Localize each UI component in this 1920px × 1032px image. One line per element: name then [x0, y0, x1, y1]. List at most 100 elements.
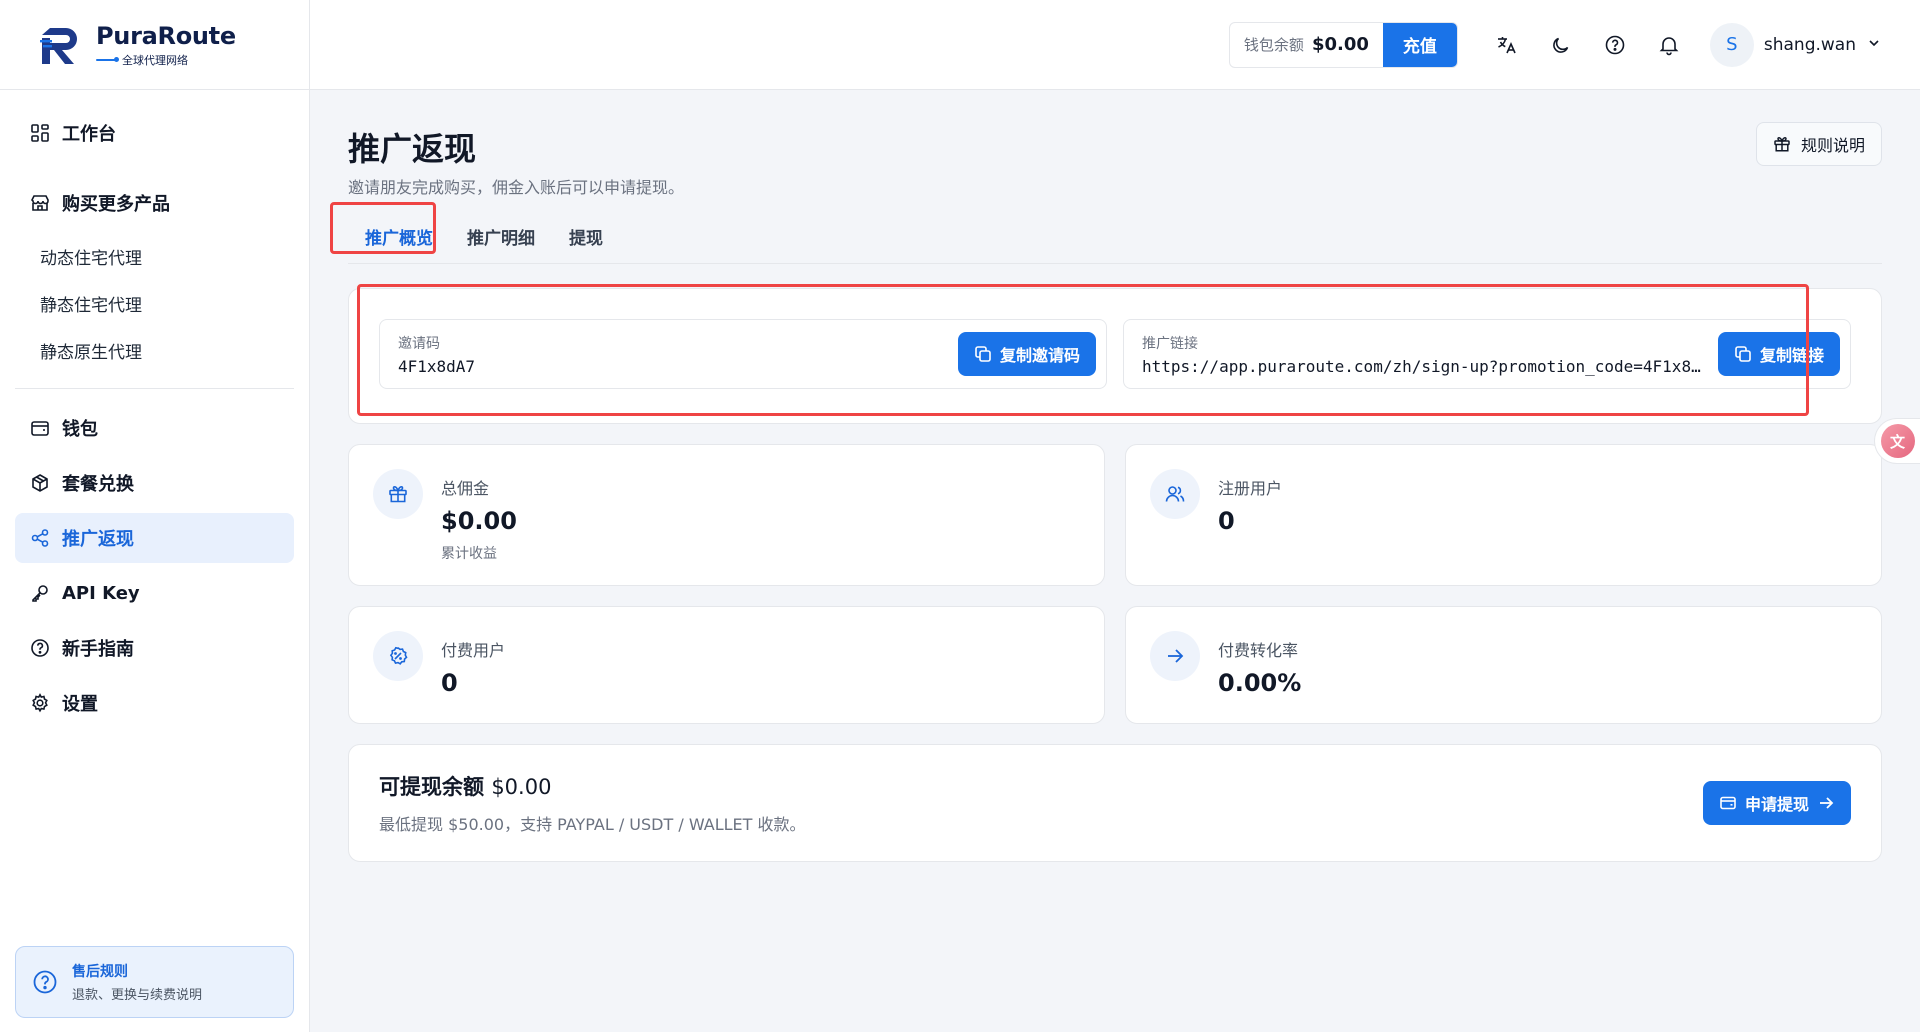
- key-icon: [32, 585, 48, 602]
- sidebar-item-guide[interactable]: 新手指南: [15, 623, 294, 673]
- arrow-right-icon: [1150, 631, 1200, 681]
- copy-icon: [1735, 346, 1751, 362]
- stat-value: 0: [1218, 507, 1235, 535]
- withdraw-desc: 最低提现 $50.00，支持 PAYPAL / USDT / WALLET 收款…: [379, 815, 806, 834]
- dashboard-icon: [31, 124, 49, 142]
- sidebar-item-label: 钱包: [62, 419, 98, 440]
- main-area: 钱包余额 $0.00 充值 S shang.wan 推广返现 邀请朋友完成购买，…: [310, 0, 1920, 1032]
- total-commission-card: 总佣金 $0.00 累计收益: [348, 444, 1105, 586]
- translate-icon: 文: [1880, 424, 1915, 458]
- stat-label: 付费转化率: [1218, 641, 1299, 660]
- brand-name: PuraRoute: [96, 21, 236, 50]
- stats-grid: 总佣金 $0.00 累计收益 注册用户 0 付费用户 0 付费转化率 0.00%: [348, 444, 1882, 724]
- promo-link-label: 推广链接: [1142, 335, 1198, 352]
- gift-icon: [1774, 136, 1790, 152]
- stat-value: 0: [441, 669, 458, 697]
- sidebar-item-dynamic-residential[interactable]: 动态住宅代理: [15, 233, 294, 280]
- percent-badge-icon: [373, 631, 423, 681]
- sidebar-item-label: 设置: [62, 694, 98, 715]
- sidebar-item-label: 新手指南: [62, 639, 134, 660]
- sidebar-item-workbench[interactable]: 工作台: [15, 108, 294, 158]
- sidebar-item-static-native[interactable]: 静态原生代理: [15, 327, 294, 374]
- page-subtitle: 邀请朋友完成购买，佣金入账后可以申请提现。: [348, 178, 685, 197]
- tab-details[interactable]: 推广明细: [450, 224, 552, 263]
- gear-icon: [32, 693, 48, 713]
- theme-toggle-button[interactable]: [1534, 22, 1588, 68]
- top-bar: 钱包余额 $0.00 充值 S shang.wan: [310, 0, 1920, 90]
- sidebar-item-settings[interactable]: 设置: [15, 678, 294, 728]
- sidebar-item-redeem[interactable]: 套餐兑换: [15, 458, 294, 508]
- wallet-balance-label: 钱包余额: [1243, 36, 1304, 54]
- translate-icon: [1497, 36, 1516, 53]
- help-circle-icon: [1605, 35, 1625, 54]
- stat-label: 注册用户: [1218, 479, 1283, 498]
- after-sales-rules-card[interactable]: 售后规则 退款、更换与续费说明: [15, 946, 294, 1018]
- wallet-balance-value: $0.00: [1311, 34, 1369, 55]
- username: shang.wan: [1763, 34, 1856, 55]
- sidebar-item-static-residential[interactable]: 静态住宅代理: [15, 280, 294, 327]
- registered-users-card: 注册用户 0: [1125, 444, 1882, 586]
- conversion-rate-card: 付费转化率 0.00%: [1125, 606, 1882, 724]
- sidebar-item-label: 套餐兑换: [62, 474, 134, 495]
- invite-code-field: 邀请码 4F1x8dA7 复制邀请码: [379, 319, 1107, 389]
- sidebar-group-buy-more[interactable]: 购买更多产品: [15, 178, 294, 228]
- invite-code-label: 邀请码: [398, 335, 440, 352]
- tab-overview[interactable]: 推广概览: [348, 224, 450, 263]
- sidebar-item-wallet[interactable]: 钱包: [15, 403, 294, 453]
- store-icon: [31, 195, 49, 211]
- rules-button[interactable]: 规则说明: [1755, 122, 1882, 166]
- share-icon: [31, 529, 49, 547]
- promo-link-field: 推广链接 https://app.puraroute.com/zh/sign-u…: [1123, 319, 1851, 389]
- sidebar-item-label: 推广返现: [62, 529, 134, 550]
- invite-code-value: 4F1x8dA7: [398, 356, 476, 376]
- stat-value: $0.00: [441, 507, 517, 535]
- tab-bar: 推广概览 推广明细 提现: [330, 202, 1882, 264]
- package-icon: [32, 474, 48, 492]
- gift-icon: [373, 469, 423, 519]
- sidebar-item-label: API Key: [62, 582, 140, 604]
- language-button[interactable]: [1480, 22, 1534, 68]
- withdrawable-title: 可提现余额 $0.00: [379, 775, 552, 799]
- translate-float-button[interactable]: 文: [1874, 418, 1920, 464]
- arrow-right-icon: [1820, 797, 1834, 809]
- notifications-button[interactable]: [1642, 22, 1696, 68]
- wallet-balance-widget: 钱包余额 $0.00 充值: [1228, 21, 1458, 68]
- paid-users-card: 付费用户 0: [348, 606, 1105, 724]
- apply-withdraw-button[interactable]: 申请提现: [1702, 781, 1851, 825]
- wallet-icon: [31, 421, 49, 436]
- moon-icon: [1553, 37, 1569, 53]
- brand-logo-icon: [40, 27, 77, 64]
- stat-note: 累计收益: [441, 546, 497, 562]
- sidebar-item-referral[interactable]: 推广返现: [15, 513, 294, 563]
- tab-withdraw[interactable]: 提现: [552, 224, 620, 263]
- sidebar-item-api-key[interactable]: API Key: [15, 568, 294, 618]
- stat-value: 0.00%: [1218, 669, 1302, 697]
- brand[interactable]: PuraRoute 全球代理网络: [0, 0, 309, 90]
- invite-panel: 邀请码 4F1x8dA7 复制邀请码 推广链接 https://app.pura…: [348, 284, 1882, 424]
- user-menu[interactable]: S shang.wan: [1709, 22, 1882, 67]
- sidebar-group-label: 购买更多产品: [62, 194, 170, 215]
- sidebar: PuraRoute 全球代理网络 工作台 购买更多产品 动态住宅代理 静态住宅代…: [0, 0, 310, 1032]
- users-icon: [1150, 469, 1200, 519]
- copy-invite-code-button[interactable]: 复制邀请码: [957, 332, 1096, 376]
- sidebar-divider: [15, 388, 294, 389]
- rules-button-label: 规则说明: [1800, 136, 1865, 155]
- withdrawable-balance-panel: 可提现余额 $0.00 最低提现 $50.00，支持 PAYPAL / USDT…: [348, 744, 1882, 862]
- copy-link-button[interactable]: 复制链接: [1717, 332, 1840, 376]
- help-card-title: 售后规则: [72, 964, 128, 980]
- recharge-button[interactable]: 充值: [1382, 22, 1457, 67]
- copy-icon: [975, 346, 991, 362]
- sidebar-item-label: 工作台: [62, 124, 116, 145]
- help-card-desc: 退款、更换与续费说明: [72, 988, 203, 1003]
- brand-tagline: 全球代理网络: [96, 52, 236, 68]
- wallet-icon: [1720, 796, 1736, 810]
- avatar: S: [1709, 22, 1754, 67]
- withdrawable-amount: $0.00: [491, 775, 552, 799]
- bell-icon: [1659, 36, 1679, 55]
- page-title: 推广返现: [348, 130, 477, 168]
- help-button[interactable]: [1588, 22, 1642, 68]
- help-circle-icon: [31, 639, 49, 657]
- sidebar-nav: 工作台 购买更多产品 动态住宅代理 静态住宅代理 静态原生代理 钱包 套餐兑换 …: [0, 90, 309, 728]
- stat-label: 付费用户: [441, 641, 506, 660]
- promo-link-value: https://app.puraroute.com/zh/sign-up?pro…: [1142, 356, 1704, 376]
